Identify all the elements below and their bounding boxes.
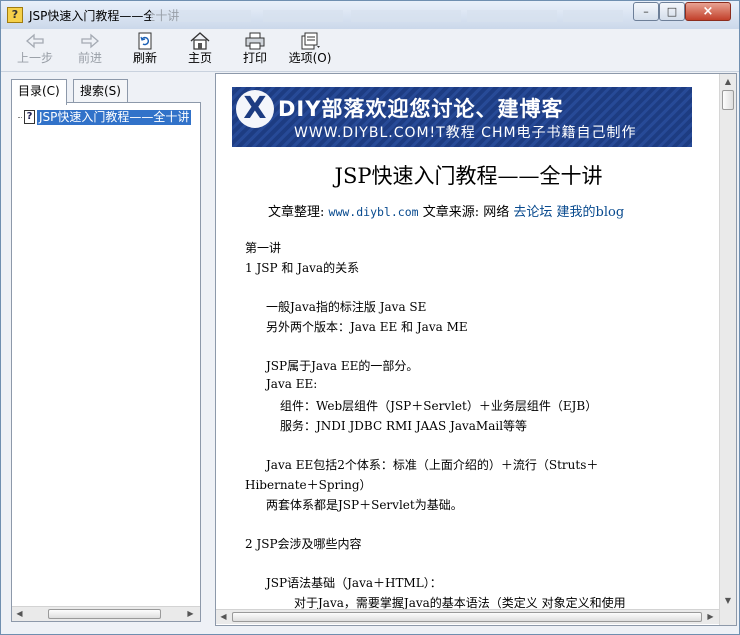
options-label: 选项(O) [288, 51, 332, 65]
article-line: JSP属于Java EE的一部分。 [266, 359, 419, 373]
scroll-down-icon[interactable]: ▼ [720, 593, 736, 609]
refresh-icon [138, 32, 152, 50]
tree-horizontal-scrollbar[interactable]: ◀ ▶ [12, 606, 200, 621]
maximize-button[interactable]: □ [659, 2, 685, 21]
background-window-ghost [151, 10, 251, 22]
background-window-ghost [351, 10, 461, 22]
title-bar[interactable]: ? JSP快速入门教程——全十讲 – □ × [1, 1, 739, 29]
article-line: JSP语法基础（Java＋HTML）： [266, 576, 442, 590]
site-banner: X DIY部落欢迎您讨论、建博客 WWW.DIYBL.COM!T教程 CHM电子… [232, 87, 692, 147]
home-icon [190, 32, 210, 50]
help-app-icon: ? [7, 7, 23, 23]
home-button[interactable]: 主页 [176, 32, 224, 70]
refresh-label: 刷新 [132, 51, 157, 65]
tab-contents[interactable]: 目录(C) [11, 79, 67, 105]
scroll-up-icon[interactable]: ▲ [720, 74, 736, 90]
content-pane: X DIY部落欢迎您讨论、建博客 WWW.DIYBL.COM!T教程 CHM电子… [215, 73, 737, 626]
back-label: 上一步 [16, 51, 53, 65]
home-label: 主页 [187, 51, 212, 65]
banner-subtitle: WWW.DIYBL.COM!T教程 CHM电子书籍自己制作 [294, 125, 637, 141]
article-line: 1 JSP 和 Java的关系 [245, 261, 360, 275]
help-topic-icon: ? [24, 110, 35, 124]
article-line: Java EE: [266, 377, 318, 391]
contents-tree[interactable]: ? JSP快速入门教程——全十讲 ◀ ▶ [11, 102, 201, 622]
tab-search[interactable]: 搜索(S) [73, 79, 128, 103]
article-line: 服务：JNDI JDBC RMI JAAS JavaMail等等 [280, 419, 528, 433]
forward-label: 前进 [77, 51, 102, 65]
article-byline: 文章整理: www.diybl.com 文章来源: 网络 去论坛 建我的blog [268, 201, 624, 220]
article-line: 2 JSP会涉及哪些内容 [245, 537, 362, 551]
scroll-right-icon[interactable]: ▶ [183, 607, 198, 621]
background-window-ghost [263, 10, 343, 22]
print-button[interactable]: 打印 [231, 32, 279, 70]
print-icon [245, 32, 265, 50]
back-button[interactable]: 上一步 [11, 32, 59, 70]
tree-connector [18, 117, 22, 118]
background-window-ghost [563, 10, 623, 22]
toolbar: 上一步 前进 刷新 主页 打印 选项(O) [1, 29, 739, 72]
banner-title: DIY部落欢迎您讨论、建博客 [278, 97, 564, 121]
content-horizontal-scrollbar[interactable]: ◀ ▶ [216, 609, 719, 624]
print-label: 打印 [242, 51, 267, 65]
navigation-pane: 目录(C) 搜索(S) ? JSP快速入门教程——全十讲 ◀ ▶ [1, 73, 207, 626]
scroll-thumb[interactable] [232, 612, 702, 622]
scroll-left-icon[interactable]: ◀ [216, 610, 231, 624]
background-window-ghost [467, 10, 557, 22]
scroll-thumb[interactable] [722, 90, 734, 110]
help-window: ? JSP快速入门教程——全十讲 – □ × 上一步 前进 刷新 主页 打印 选… [0, 0, 740, 635]
content-vertical-scrollbar[interactable]: ▲ ▼ [719, 74, 736, 625]
tab-contents-label: 目录(C) [18, 84, 60, 98]
forward-arrow-icon [81, 33, 99, 49]
article-title: JSP快速入门教程——全十讲 [334, 164, 603, 188]
article-line: 一般Java指的标注版 Java SE [266, 300, 427, 314]
article-line: Hibernate＋Spring） [245, 478, 372, 492]
article-line: 第一讲 [245, 241, 282, 255]
options-icon [301, 32, 320, 50]
blog-link[interactable]: 建我的blog [557, 205, 625, 220]
editor-label: 文章整理: [268, 205, 325, 220]
source-value: 网络 [483, 205, 510, 220]
refresh-button[interactable]: 刷新 [121, 32, 169, 70]
article-line: Java EE包括2个体系：标准（上面介绍的）＋流行（Struts＋ [266, 458, 599, 472]
options-button[interactable]: 选项(O) [286, 32, 334, 70]
back-arrow-icon [26, 33, 44, 49]
forum-link[interactable]: 去论坛 [513, 205, 552, 220]
scroll-left-icon[interactable]: ◀ [12, 607, 27, 621]
scroll-thumb[interactable] [48, 609, 161, 619]
close-button[interactable]: × [685, 2, 731, 21]
editor-site-link[interactable]: www.diybl.com [329, 205, 419, 219]
forward-button[interactable]: 前进 [66, 32, 114, 70]
minimize-button[interactable]: – [633, 2, 659, 21]
diy-logo-icon: X [236, 90, 274, 128]
article-line: 两套体系都是JSP＋Servlet为基础。 [266, 498, 463, 512]
scroll-right-icon[interactable]: ▶ [703, 610, 718, 624]
tab-search-label: 搜索(S) [80, 84, 121, 98]
article-line: 组件：Web层组件（JSP＋Servlet）＋业务层组件（EJB） [280, 399, 598, 413]
article-line: 另外两个版本：Java EE 和 Java ME [266, 320, 468, 334]
tree-item-label[interactable]: JSP快速入门教程——全十讲 [37, 110, 192, 125]
pane-splitter[interactable] [207, 73, 215, 626]
source-label: 文章来源: [422, 205, 480, 220]
